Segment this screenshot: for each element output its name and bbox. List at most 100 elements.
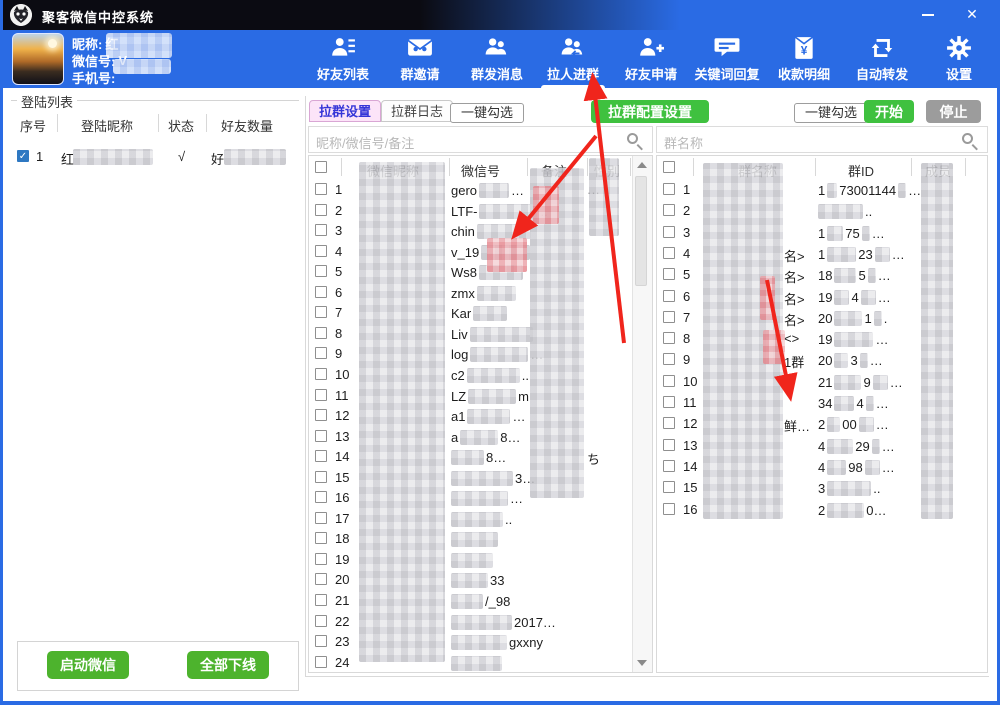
member-row-checkbox[interactable] bbox=[315, 573, 327, 585]
toolbar-item-label: 拉人进群 bbox=[535, 64, 611, 83]
login-row-checkbox[interactable]: ✓ bbox=[17, 150, 29, 162]
blur-overlay bbox=[451, 656, 502, 671]
member-row-checkbox[interactable] bbox=[315, 491, 327, 503]
scroll-down-icon[interactable] bbox=[637, 660, 647, 666]
tab-pull-group-log[interactable]: 拉群日志 bbox=[381, 100, 453, 122]
group-search-input[interactable]: 群名称 bbox=[656, 126, 988, 153]
group-row-checkbox[interactable] bbox=[663, 396, 675, 408]
member-table-header-checkbox[interactable] bbox=[315, 161, 327, 173]
group-row-checkbox[interactable] bbox=[663, 226, 675, 238]
member-table-scrollbar[interactable] bbox=[632, 156, 652, 672]
group-row-name: 鲜… bbox=[784, 416, 810, 435]
toolbar-item-mass-message[interactable]: 群发消息 bbox=[459, 33, 535, 87]
member-row-checkbox[interactable] bbox=[315, 594, 327, 606]
payment-detail-icon: ¥ bbox=[766, 35, 842, 63]
partial-text: 2017… bbox=[514, 615, 556, 630]
member-row-checkbox[interactable] bbox=[315, 471, 327, 483]
group-row-index: 6 bbox=[683, 289, 690, 304]
toolbar-item-payment-detail[interactable]: ¥收款明细 bbox=[766, 33, 842, 87]
group-row-checkbox[interactable] bbox=[663, 290, 675, 302]
member-row-checkbox[interactable] bbox=[315, 245, 327, 257]
start-wechat-button[interactable]: 启动微信 bbox=[47, 651, 129, 679]
member-row-index: 18 bbox=[335, 531, 349, 546]
blur-overlay bbox=[834, 353, 848, 368]
member-row-checkbox[interactable] bbox=[315, 656, 327, 668]
member-row-checkbox[interactable] bbox=[315, 347, 327, 359]
member-row-wxid: gero… bbox=[451, 180, 524, 201]
window-title: 聚客微信中控系统 bbox=[42, 7, 154, 26]
member-row-checkbox[interactable] bbox=[315, 265, 327, 277]
group-row-checkbox[interactable] bbox=[663, 503, 675, 515]
member-row-checkbox[interactable] bbox=[315, 615, 327, 627]
member-search-input[interactable]: 昵称/微信号/备注 bbox=[308, 126, 653, 153]
member-row-index: 13 bbox=[335, 429, 349, 444]
partial-text: .. bbox=[505, 512, 512, 527]
partial-text: … bbox=[882, 439, 895, 454]
toolbar-item-settings[interactable]: 设置 bbox=[921, 33, 997, 87]
toolbar-item-pull-into-group[interactable]: 拉人进群 bbox=[535, 33, 611, 87]
blur-overlay bbox=[859, 417, 874, 432]
group-row-checkbox[interactable] bbox=[663, 204, 675, 216]
blur-overlay bbox=[470, 327, 533, 342]
close-button[interactable]: ✕ bbox=[952, 0, 992, 28]
group-row-checkbox[interactable] bbox=[663, 460, 675, 472]
group-row-checkbox[interactable] bbox=[663, 417, 675, 429]
member-row-checkbox[interactable] bbox=[315, 430, 327, 442]
group-row-checkbox[interactable] bbox=[663, 375, 675, 387]
pull-into-group-icon bbox=[535, 35, 611, 63]
scroll-up-icon[interactable] bbox=[637, 162, 647, 168]
toolbar-item-friends-list[interactable]: 好友列表 bbox=[305, 33, 381, 87]
group-row-checkbox[interactable] bbox=[663, 353, 675, 365]
blur-overlay bbox=[827, 247, 856, 262]
partial-text: LTF- bbox=[451, 204, 477, 219]
pull-group-config-button[interactable]: 拉群配置设置 bbox=[591, 100, 709, 123]
member-row-checkbox[interactable] bbox=[315, 409, 327, 421]
all-offline-button[interactable]: 全部下线 bbox=[187, 651, 269, 679]
partial-text: … bbox=[876, 417, 889, 432]
partial-text: 4 bbox=[856, 396, 863, 411]
toolbar-item-auto-forward[interactable]: 自动转发 bbox=[844, 33, 920, 87]
member-row-checkbox[interactable] bbox=[315, 532, 327, 544]
group-row-checkbox[interactable] bbox=[663, 439, 675, 451]
member-row-checkbox[interactable] bbox=[315, 635, 327, 647]
minimize-button[interactable] bbox=[908, 0, 948, 28]
member-row-checkbox[interactable] bbox=[315, 389, 327, 401]
select-all-members-button[interactable]: 一键勾选 bbox=[450, 103, 524, 123]
member-row-checkbox[interactable] bbox=[315, 183, 327, 195]
member-row-checkbox[interactable] bbox=[315, 450, 327, 462]
member-row-checkbox[interactable] bbox=[315, 368, 327, 380]
blur-overlay bbox=[868, 268, 876, 283]
select-all-groups-button[interactable]: 一键勾选 bbox=[794, 103, 868, 123]
blur-overlay bbox=[451, 573, 488, 588]
group-row-checkbox[interactable] bbox=[663, 481, 675, 493]
member-row-checkbox[interactable] bbox=[315, 306, 327, 318]
tab-pull-group-settings[interactable]: 拉群设置 bbox=[309, 100, 381, 122]
member-row-checkbox[interactable] bbox=[315, 327, 327, 339]
group-table-header-checkbox[interactable] bbox=[663, 161, 675, 173]
scrollbar-thumb[interactable] bbox=[635, 176, 647, 286]
close-icon: ✕ bbox=[966, 6, 978, 22]
stop-button[interactable]: 停止 bbox=[926, 100, 981, 123]
member-row-index: 23 bbox=[335, 634, 349, 649]
group-row-index: 3 bbox=[683, 225, 690, 240]
member-row-checkbox[interactable] bbox=[315, 512, 327, 524]
group-row-checkbox[interactable] bbox=[663, 268, 675, 280]
toolbar-item-group-invite[interactable]: 群邀请 bbox=[382, 33, 458, 87]
member-row-checkbox[interactable] bbox=[315, 286, 327, 298]
group-row-checkbox[interactable] bbox=[663, 247, 675, 259]
toolbar-item-keyword-reply[interactable]: 关键词回复 bbox=[689, 33, 765, 87]
member-row-wxid bbox=[451, 653, 502, 674]
group-row-checkbox[interactable] bbox=[663, 332, 675, 344]
group-row-checkbox[interactable] bbox=[663, 183, 675, 195]
member-row-wxid: LZm bbox=[451, 386, 529, 407]
col-header-group-id: 群ID bbox=[848, 161, 874, 180]
group-row-checkbox[interactable] bbox=[663, 311, 675, 323]
partial-text: gero bbox=[451, 183, 477, 198]
member-row-checkbox[interactable] bbox=[315, 204, 327, 216]
member-row-checkbox[interactable] bbox=[315, 553, 327, 565]
start-button[interactable]: 开始 bbox=[864, 100, 914, 123]
blur-overlay bbox=[827, 439, 853, 454]
member-row-checkbox[interactable] bbox=[315, 224, 327, 236]
toolbar-item-friend-request[interactable]: 好友申请 bbox=[613, 33, 689, 87]
partial-text: 2 bbox=[818, 417, 825, 432]
